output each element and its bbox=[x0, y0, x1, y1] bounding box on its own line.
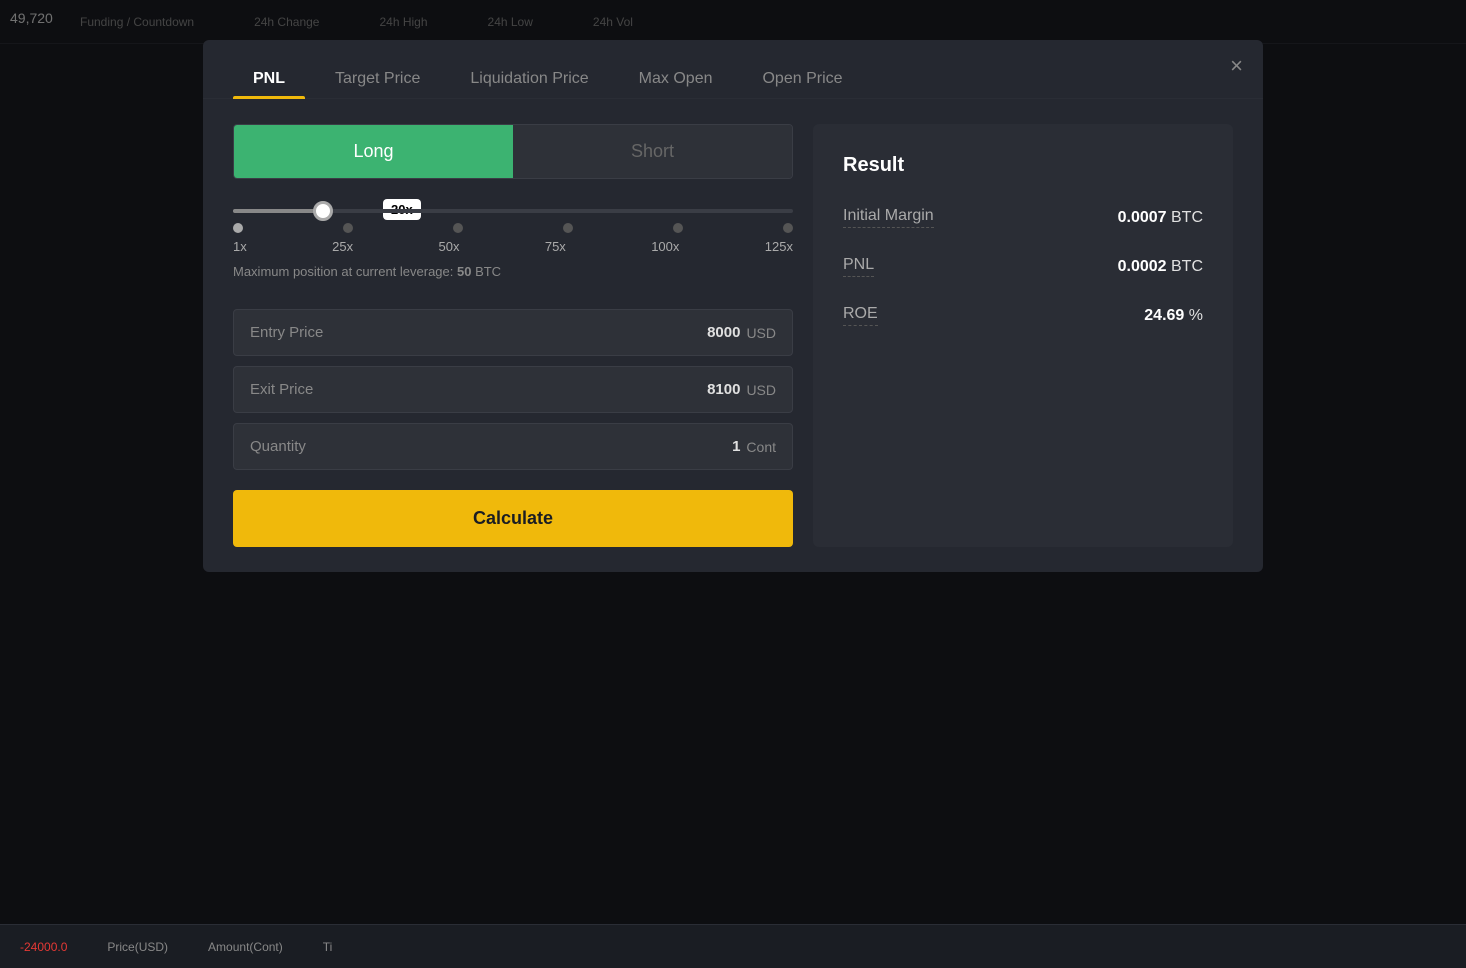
quantity-row[interactable]: Quantity 1 Cont bbox=[233, 423, 793, 470]
entry-price-unit: USD bbox=[746, 325, 776, 341]
dot-50x bbox=[453, 223, 463, 233]
result-row-roe: ROE 24.69 % bbox=[843, 305, 1203, 326]
exit-price-row[interactable]: Exit Price 8100 USD bbox=[233, 366, 793, 413]
entry-price-value: 8000 bbox=[707, 324, 740, 341]
slider-track bbox=[233, 209, 793, 213]
modal-overlay: PNL Target Price Liquidation Price Max O… bbox=[0, 0, 1466, 968]
dot-100x bbox=[673, 223, 683, 233]
quantity-label: Quantity bbox=[250, 438, 732, 455]
pnl-value: 0.0002 BTC bbox=[1118, 258, 1203, 276]
label-25x: 25x bbox=[332, 239, 353, 254]
input-group: Entry Price 8000 USD Exit Price 8100 USD… bbox=[233, 309, 793, 470]
bottom-amount: Amount(Cont) bbox=[208, 940, 283, 954]
dot-125x bbox=[783, 223, 793, 233]
right-panel: Result Initial Margin 0.0007 BTC PNL 0.0… bbox=[813, 124, 1233, 547]
entry-price-row[interactable]: Entry Price 8000 USD bbox=[233, 309, 793, 356]
long-button[interactable]: Long bbox=[234, 125, 513, 178]
pnl-label: PNL bbox=[843, 256, 874, 277]
long-short-toggle: Long Short bbox=[233, 124, 793, 179]
label-75x: 75x bbox=[545, 239, 566, 254]
short-button[interactable]: Short bbox=[513, 125, 792, 178]
tab-target-price[interactable]: Target Price bbox=[315, 60, 440, 98]
result-rows: Initial Margin 0.0007 BTC PNL 0.0002 BTC… bbox=[843, 207, 1203, 326]
roe-label: ROE bbox=[843, 305, 878, 326]
result-title: Result bbox=[843, 154, 1203, 177]
label-125x: 125x bbox=[765, 239, 793, 254]
dot-75x bbox=[563, 223, 573, 233]
exit-price-label: Exit Price bbox=[250, 381, 707, 398]
max-position-text: Maximum position at current leverage: 50… bbox=[233, 264, 793, 279]
calculator-modal: PNL Target Price Liquidation Price Max O… bbox=[203, 40, 1263, 572]
tab-max-open[interactable]: Max Open bbox=[619, 60, 733, 98]
tab-open-price[interactable]: Open Price bbox=[742, 60, 862, 98]
initial-margin-value: 0.0007 BTC bbox=[1118, 209, 1203, 227]
bottom-price-usd: Price(USD) bbox=[107, 940, 168, 954]
bottom-bar: -24000.0 Price(USD) Amount(Cont) Ti bbox=[0, 924, 1466, 968]
quantity-value: 1 bbox=[732, 438, 740, 455]
result-row-initial-margin: Initial Margin 0.0007 BTC bbox=[843, 207, 1203, 228]
initial-margin-label: Initial Margin bbox=[843, 207, 934, 228]
slider-fill bbox=[233, 209, 323, 213]
dot-25x bbox=[343, 223, 353, 233]
bottom-price-change: -24000.0 bbox=[20, 940, 67, 954]
exit-price-unit: USD bbox=[746, 382, 776, 398]
tab-pnl[interactable]: PNL bbox=[233, 60, 305, 98]
exit-price-value: 8100 bbox=[707, 381, 740, 398]
roe-value: 24.69 % bbox=[1144, 307, 1203, 325]
quantity-unit: Cont bbox=[746, 439, 776, 455]
label-50x: 50x bbox=[438, 239, 459, 254]
entry-price-label: Entry Price bbox=[250, 324, 707, 341]
dot-1x bbox=[233, 223, 243, 233]
label-1x: 1x bbox=[233, 239, 247, 254]
tab-liquidation-price[interactable]: Liquidation Price bbox=[450, 60, 608, 98]
slider-labels: 1x 25x 50x 75x 100x 125x bbox=[233, 239, 793, 254]
slider-thumb[interactable] bbox=[313, 201, 333, 221]
bottom-time: Ti bbox=[323, 940, 333, 954]
leverage-section: 20x 1x 25x bbox=[233, 209, 793, 279]
result-row-pnl: PNL 0.0002 BTC bbox=[843, 256, 1203, 277]
modal-tabs: PNL Target Price Liquidation Price Max O… bbox=[203, 40, 1263, 99]
left-panel: Long Short 20x bbox=[233, 124, 793, 547]
close-button[interactable]: × bbox=[1230, 55, 1243, 77]
slider-dots bbox=[233, 223, 793, 233]
modal-body: Long Short 20x bbox=[203, 99, 1263, 572]
calculate-button[interactable]: Calculate bbox=[233, 490, 793, 547]
label-100x: 100x bbox=[651, 239, 679, 254]
